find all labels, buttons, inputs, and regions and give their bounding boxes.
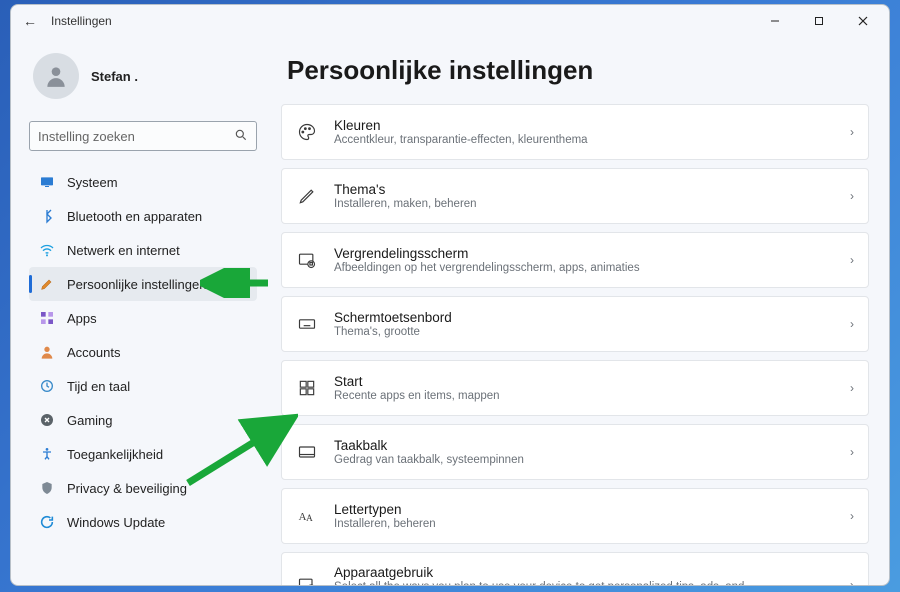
keyboard-icon xyxy=(296,314,318,334)
card-device-usage[interactable]: Apparaatgebruik Select all the ways you … xyxy=(281,552,869,585)
maximize-button[interactable] xyxy=(797,5,841,37)
profile-name: Stefan . xyxy=(91,69,138,84)
card-taskbar[interactable]: Taakbalk Gedrag van taakbalk, systeempin… xyxy=(281,424,869,480)
chevron-right-icon: › xyxy=(850,189,854,203)
bluetooth-icon xyxy=(39,208,55,224)
card-subtitle: Thema's, grootte xyxy=(334,326,834,338)
search-input[interactable] xyxy=(38,129,234,144)
sidebar-item-label: Windows Update xyxy=(67,515,165,530)
fonts-icon: AA xyxy=(296,506,318,526)
card-title: Schermtoetsenbord xyxy=(334,310,834,325)
sidebar-item-system[interactable]: Systeem xyxy=(29,165,257,199)
card-lockscreen[interactable]: Vergrendelingsscherm Afbeeldingen op het… xyxy=(281,232,869,288)
taskbar-icon xyxy=(296,442,318,462)
display-icon xyxy=(39,174,55,190)
card-title: Lettertypen xyxy=(334,502,834,517)
card-fonts[interactable]: AA Lettertypen Installeren, beheren › xyxy=(281,488,869,544)
card-start[interactable]: Start Recente apps en items, mappen › xyxy=(281,360,869,416)
card-subtitle: Select all the ways you plan to use your… xyxy=(334,581,834,585)
minimize-button[interactable] xyxy=(753,5,797,37)
pen-icon xyxy=(296,186,318,206)
svg-text:A: A xyxy=(306,513,313,523)
card-subtitle: Gedrag van taakbalk, systeempinnen xyxy=(334,454,834,466)
profile[interactable]: Stefan . xyxy=(29,45,257,117)
chevron-right-icon: › xyxy=(850,445,854,459)
card-subtitle: Installeren, maken, beheren xyxy=(334,198,834,210)
sidebar-item-label: Netwerk en internet xyxy=(67,243,180,258)
card-subtitle: Afbeeldingen op het vergrendelingsscherm… xyxy=(334,262,834,274)
chevron-right-icon: › xyxy=(850,578,854,585)
sidebar-item-personalization[interactable]: Persoonlijke instellingen xyxy=(29,267,257,301)
sidebar-item-label: Accounts xyxy=(67,345,120,360)
sidebar-item-label: Systeem xyxy=(67,175,118,190)
shield-icon xyxy=(39,480,55,496)
avatar xyxy=(33,53,79,99)
accessibility-icon xyxy=(39,446,55,462)
sidebar-item-time-language[interactable]: Tijd en taal xyxy=(29,369,257,403)
person-icon xyxy=(39,344,55,360)
sidebar-item-label: Apps xyxy=(67,311,97,326)
wifi-icon xyxy=(39,242,55,258)
gaming-icon xyxy=(39,412,55,428)
sidebar-item-accounts[interactable]: Accounts xyxy=(29,335,257,369)
card-subtitle: Installeren, beheren xyxy=(334,518,834,530)
main-content: Persoonlijke instellingen Kleuren Accent… xyxy=(271,37,889,585)
chevron-right-icon: › xyxy=(850,381,854,395)
palette-icon xyxy=(296,122,318,142)
sidebar-item-gaming[interactable]: Gaming xyxy=(29,403,257,437)
back-button[interactable]: ← xyxy=(15,13,45,29)
card-themes[interactable]: Thema's Installeren, maken, beheren › xyxy=(281,168,869,224)
sidebar-item-bluetooth[interactable]: Bluetooth en apparaten xyxy=(29,199,257,233)
card-title: Kleuren xyxy=(334,118,834,133)
globe-clock-icon xyxy=(39,378,55,394)
page-title: Persoonlijke instellingen xyxy=(287,55,869,86)
sidebar-item-label: Tijd en taal xyxy=(67,379,130,394)
chevron-right-icon: › xyxy=(850,125,854,139)
device-usage-icon xyxy=(296,575,318,585)
chevron-right-icon: › xyxy=(850,253,854,267)
card-title: Apparaatgebruik xyxy=(334,565,834,580)
card-subtitle: Accentkleur, transparantie-effecten, kle… xyxy=(334,134,834,146)
close-button[interactable] xyxy=(841,5,885,37)
search-icon xyxy=(234,128,248,145)
card-title: Start xyxy=(334,374,834,389)
card-colors[interactable]: Kleuren Accentkleur, transparantie-effec… xyxy=(281,104,869,160)
sidebar-item-label: Gaming xyxy=(67,413,113,428)
settings-window: ← Instellingen Stefan . xyxy=(10,4,890,586)
sidebar-item-label: Toegankelijkheid xyxy=(67,447,163,462)
card-title: Taakbalk xyxy=(334,438,834,453)
sidebar-item-privacy[interactable]: Privacy & beveiliging xyxy=(29,471,257,505)
card-touch-keyboard[interactable]: Schermtoetsenbord Thema's, grootte › xyxy=(281,296,869,352)
sidebar-item-network[interactable]: Netwerk en internet xyxy=(29,233,257,267)
card-title: Vergrendelingsscherm xyxy=(334,246,834,261)
card-subtitle: Recente apps en items, mappen xyxy=(334,390,834,402)
sidebar-item-accessibility[interactable]: Toegankelijkheid xyxy=(29,437,257,471)
sidebar-item-windows-update[interactable]: Windows Update xyxy=(29,505,257,539)
update-icon xyxy=(39,514,55,530)
sidebar-item-label: Bluetooth en apparaten xyxy=(67,209,202,224)
sidebar-item-label: Privacy & beveiliging xyxy=(67,481,187,496)
window-title: Instellingen xyxy=(51,14,112,28)
sidebar-item-apps[interactable]: Apps xyxy=(29,301,257,335)
sidebar-item-label: Persoonlijke instellingen xyxy=(67,277,206,292)
chevron-right-icon: › xyxy=(850,509,854,523)
lock-screen-icon xyxy=(296,250,318,270)
card-title: Thema's xyxy=(334,182,834,197)
chevron-right-icon: › xyxy=(850,317,854,331)
brush-icon xyxy=(39,276,55,292)
apps-icon xyxy=(39,310,55,326)
sidebar-nav: Systeem Bluetooth en apparaten Netwerk e… xyxy=(29,165,257,539)
search-box[interactable] xyxy=(29,121,257,151)
titlebar: ← Instellingen xyxy=(11,5,889,37)
sidebar: Stefan . Systeem Bluetooth en apparaten xyxy=(11,37,271,585)
start-icon xyxy=(296,378,318,398)
settings-list: Kleuren Accentkleur, transparantie-effec… xyxy=(281,104,869,585)
